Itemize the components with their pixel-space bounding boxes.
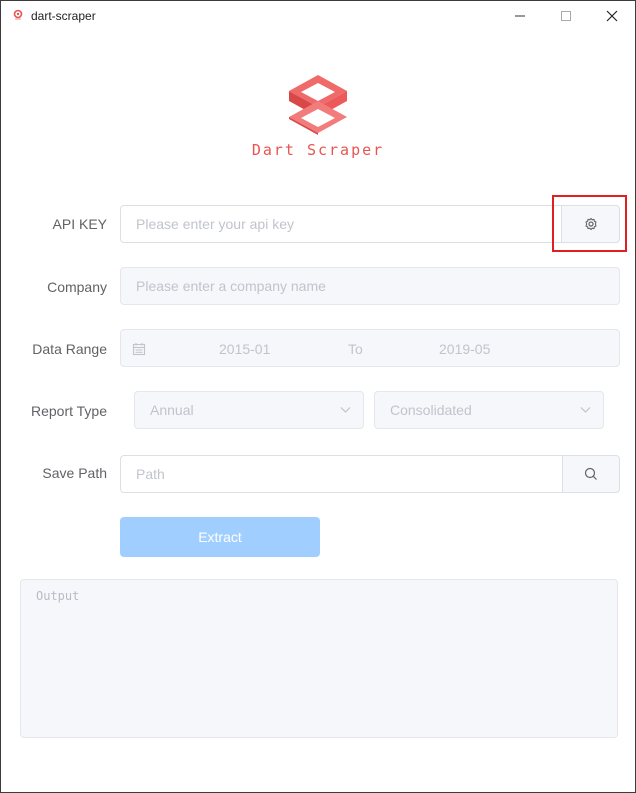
extract-button[interactable]: Extract <box>120 517 320 557</box>
company-input[interactable]: Please enter a company name <box>120 267 620 305</box>
browse-path-button[interactable] <box>562 455 620 493</box>
maximize-icon <box>561 11 571 21</box>
save-path-input[interactable]: Path <box>120 455 563 493</box>
api-key-label: API KEY <box>52 216 107 232</box>
minimize-icon <box>515 15 525 17</box>
report-period-select[interactable]: Annual <box>134 391 364 429</box>
output-placeholder: Output <box>36 589 80 603</box>
extract-label: Extract <box>198 529 242 545</box>
window-title: dart-scraper <box>31 9 96 23</box>
maximize-button[interactable] <box>543 1 589 31</box>
report-type-label: Report Type <box>30 403 107 419</box>
close-icon <box>606 10 618 22</box>
report-scope-value: Consolidated <box>390 402 472 418</box>
save-path-label: Save Path <box>42 465 107 481</box>
output-textarea[interactable]: Output <box>20 579 618 738</box>
chevron-down-icon <box>580 407 591 413</box>
date-range-picker[interactable]: 2015-01 To 2019-05 <box>120 329 620 367</box>
minimize-button[interactable] <box>497 1 543 31</box>
highlight-box <box>552 195 627 252</box>
company-placeholder: Please enter a company name <box>136 278 326 294</box>
app-window: dart-scraper Dart Scraper API KEY Please… <box>0 0 636 793</box>
api-key-input[interactable]: Please enter your api key <box>120 205 562 243</box>
title-bar[interactable]: dart-scraper <box>1 1 635 31</box>
app-logo-icon <box>13 9 23 20</box>
save-path-placeholder: Path <box>136 466 165 482</box>
report-scope-select[interactable]: Consolidated <box>374 391 604 429</box>
calendar-icon <box>132 343 146 356</box>
brand-title: Dart Scraper <box>251 141 385 159</box>
company-label: Company <box>47 279 107 295</box>
date-start[interactable]: 2015-01 <box>219 341 270 357</box>
date-end[interactable]: 2019-05 <box>439 341 490 357</box>
api-key-placeholder: Please enter your api key <box>136 216 294 232</box>
dart-scraper-logo <box>289 75 347 135</box>
report-period-value: Annual <box>150 402 194 418</box>
close-button[interactable] <box>589 1 635 31</box>
date-range-label: Data Range <box>32 341 107 357</box>
chevron-down-icon <box>340 407 351 413</box>
date-separator: To <box>348 341 363 357</box>
search-icon <box>584 467 597 480</box>
